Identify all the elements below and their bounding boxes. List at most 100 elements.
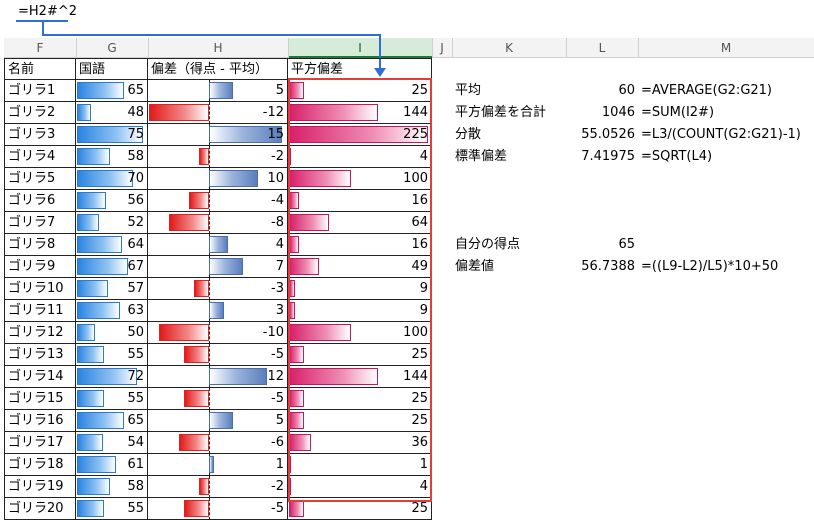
table-row-squared[interactable]: 25	[288, 388, 432, 410]
table-row-score[interactable]: 48	[76, 102, 148, 124]
table-row-name[interactable]: ゴリラ19	[4, 476, 76, 498]
table-row-squared[interactable]: 16	[288, 190, 432, 212]
column-header-g[interactable]: G	[76, 38, 148, 58]
table-row-name[interactable]: ゴリラ15	[4, 388, 76, 410]
table-row-score[interactable]: 67	[76, 256, 148, 278]
table-row-score[interactable]: 57	[76, 278, 148, 300]
stat-formula[interactable]: =L3/(COUNT(G2:G21)-1)	[638, 124, 814, 146]
table-row-score[interactable]: 55	[76, 344, 148, 366]
table-row-score[interactable]: 50	[76, 322, 148, 344]
table-row-squared[interactable]: 16	[288, 234, 432, 256]
table-row-name[interactable]: ゴリラ13	[4, 344, 76, 366]
stat-formula[interactable]: =SUM(I2#)	[638, 102, 814, 124]
table-row-name[interactable]: ゴリラ6	[4, 190, 76, 212]
table-row-squared[interactable]: 4	[288, 476, 432, 498]
table-row-deviation[interactable]: 3	[148, 300, 288, 322]
stat-formula[interactable]: =((L9-L2)/L5)*10+50	[638, 256, 814, 278]
table-row-score[interactable]: 65	[76, 410, 148, 432]
column-header-l[interactable]: L	[566, 38, 638, 58]
stat-formula[interactable]: =SQRT(L4)	[638, 146, 814, 168]
table-row-name[interactable]: ゴリラ10	[4, 278, 76, 300]
table-row-name[interactable]: ゴリラ20	[4, 498, 76, 520]
table-row-score[interactable]: 64	[76, 234, 148, 256]
table-row-score[interactable]: 65	[76, 80, 148, 102]
table-header-heihou[interactable]: 平方偏差	[288, 58, 432, 80]
table-row-squared[interactable]: 4	[288, 146, 432, 168]
stat-formula[interactable]: =AVERAGE(G2:G21)	[638, 80, 814, 102]
stat-label[interactable]: 標準偏差	[452, 146, 566, 168]
table-row-deviation[interactable]: -2	[148, 146, 288, 168]
table-row-score[interactable]: 56	[76, 190, 148, 212]
column-header-j[interactable]: J	[432, 38, 452, 58]
table-header-name[interactable]: 名前	[4, 58, 76, 80]
column-header-h[interactable]: H	[148, 38, 288, 58]
table-row-name[interactable]: ゴリラ18	[4, 454, 76, 476]
table-row-score[interactable]: 70	[76, 168, 148, 190]
table-row-deviation[interactable]: -5	[148, 344, 288, 366]
table-row-deviation[interactable]: -6	[148, 432, 288, 454]
table-row-score[interactable]: 52	[76, 212, 148, 234]
table-row-deviation[interactable]: -5	[148, 388, 288, 410]
table-row-name[interactable]: ゴリラ8	[4, 234, 76, 256]
formula-bar[interactable]: =H2#^2	[0, 0, 814, 30]
table-row-name[interactable]: ゴリラ17	[4, 432, 76, 454]
column-header-f[interactable]: F	[4, 38, 76, 58]
table-row-squared[interactable]: 25	[288, 80, 432, 102]
table-row-name[interactable]: ゴリラ2	[4, 102, 76, 124]
stat-value[interactable]: 60	[566, 80, 638, 102]
table-row-squared[interactable]: 9	[288, 300, 432, 322]
stat-label[interactable]: 平方偏差を合計	[452, 102, 566, 124]
table-row-squared[interactable]: 9	[288, 278, 432, 300]
table-row-name[interactable]: ゴリラ1	[4, 80, 76, 102]
stat-label[interactable]: 分散	[452, 124, 566, 146]
table-row-squared[interactable]: 36	[288, 432, 432, 454]
table-row-deviation[interactable]: 15	[148, 124, 288, 146]
table-row-deviation[interactable]: 5	[148, 80, 288, 102]
table-row-name[interactable]: ゴリラ5	[4, 168, 76, 190]
stat-value[interactable]: 7.41975	[566, 146, 638, 168]
table-row-deviation[interactable]: 5	[148, 410, 288, 432]
table-row-squared[interactable]: 25	[288, 410, 432, 432]
table-row-score[interactable]: 58	[76, 476, 148, 498]
table-row-name[interactable]: ゴリラ3	[4, 124, 76, 146]
table-row-squared[interactable]: 25	[288, 344, 432, 366]
table-row-name[interactable]: ゴリラ7	[4, 212, 76, 234]
table-row-squared[interactable]: 100	[288, 322, 432, 344]
table-row-squared[interactable]: 225	[288, 124, 432, 146]
stat-label[interactable]: 偏差値	[452, 256, 566, 278]
stat-value[interactable]: 1046	[566, 102, 638, 124]
table-row-squared[interactable]: 64	[288, 212, 432, 234]
stat-value[interactable]: 55.0526	[566, 124, 638, 146]
stat-value[interactable]: 65	[566, 234, 638, 256]
table-row-deviation[interactable]: -4	[148, 190, 288, 212]
stat-label[interactable]: 自分の得点	[452, 234, 566, 256]
table-row-deviation[interactable]: -12	[148, 102, 288, 124]
table-row-deviation[interactable]: -3	[148, 278, 288, 300]
table-row-deviation[interactable]: 10	[148, 168, 288, 190]
table-row-squared[interactable]: 49	[288, 256, 432, 278]
table-row-squared[interactable]: 100	[288, 168, 432, 190]
table-row-name[interactable]: ゴリラ16	[4, 410, 76, 432]
table-row-score[interactable]: 58	[76, 146, 148, 168]
stat-value[interactable]: 56.7388	[566, 256, 638, 278]
column-header-i[interactable]: I	[288, 38, 432, 58]
table-row-name[interactable]: ゴリラ9	[4, 256, 76, 278]
table-row-deviation[interactable]: -10	[148, 322, 288, 344]
table-row-deviation[interactable]: -5	[148, 498, 288, 520]
table-row-score[interactable]: 61	[76, 454, 148, 476]
table-header-kokugo[interactable]: 国語	[76, 58, 148, 80]
table-row-squared[interactable]: 25	[288, 498, 432, 520]
table-row-squared[interactable]: 1	[288, 454, 432, 476]
table-row-deviation[interactable]: 7	[148, 256, 288, 278]
table-row-deviation[interactable]: -8	[148, 212, 288, 234]
stat-label[interactable]: 平均	[452, 80, 566, 102]
table-row-deviation[interactable]: 1	[148, 454, 288, 476]
column-header-k[interactable]: K	[452, 38, 566, 58]
table-row-name[interactable]: ゴリラ14	[4, 366, 76, 388]
table-row-score[interactable]: 55	[76, 498, 148, 520]
table-row-score[interactable]: 55	[76, 388, 148, 410]
table-row-squared[interactable]: 144	[288, 366, 432, 388]
column-header-m[interactable]: M	[638, 38, 814, 58]
formula-bar-text[interactable]: =H2#^2	[18, 4, 77, 19]
table-row-name[interactable]: ゴリラ4	[4, 146, 76, 168]
